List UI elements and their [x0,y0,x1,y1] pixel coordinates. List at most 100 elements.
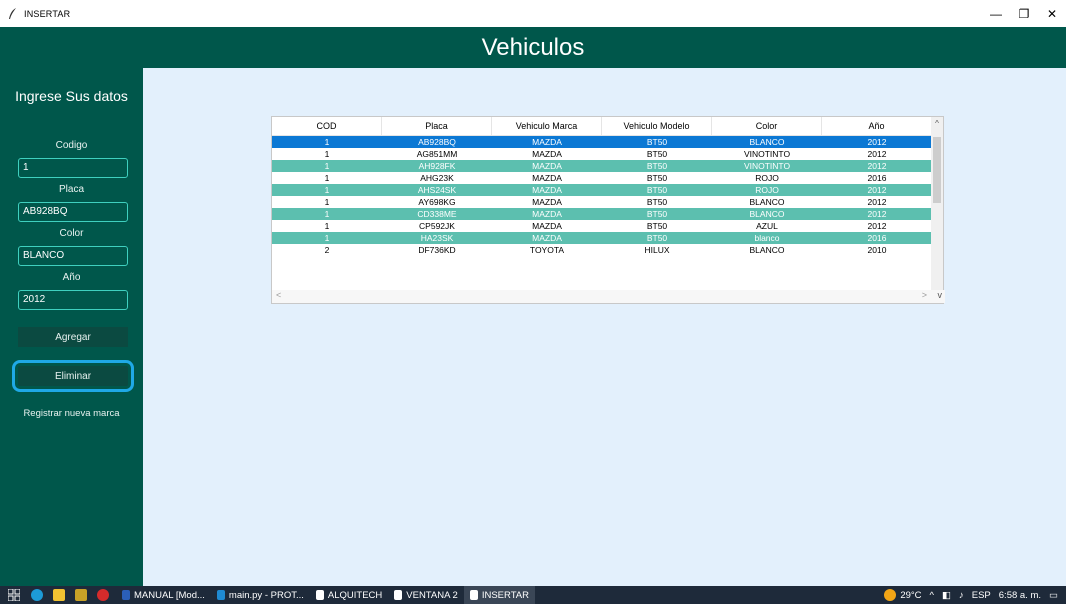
table-cell: HILUX [644,245,670,255]
column-header-color[interactable]: Color [712,117,822,135]
store-icon[interactable] [72,586,94,604]
table-cell: CP592JK [419,221,455,231]
maximize-button[interactable]: ❐ [1010,0,1038,27]
table-cell: MAZDA [532,221,562,231]
table-cell: ROJO [755,185,779,195]
table-row[interactable]: 1 AHG23K MAZDA BT50 ROJO 2016 [272,172,932,184]
table-cell: blanco [754,233,780,243]
weather-icon[interactable] [884,589,897,601]
column-header-cod[interactable]: COD [272,117,382,135]
temperature-label[interactable]: 29°C [900,590,921,601]
table-cell: AH928FK [418,161,456,171]
table-cell: DF736KD [418,245,456,255]
color-input[interactable]: BLANCO [18,246,128,266]
network-icon[interactable]: ◧ [942,590,951,601]
table-cell: AHG23K [420,173,454,183]
clock[interactable]: 6:58 a. m. [999,590,1041,601]
scroll-right-icon[interactable]: > [922,290,927,300]
anio-label: Año [62,272,81,283]
opera-icon[interactable] [94,586,116,604]
table-cell: 1 [324,185,330,195]
table-row[interactable]: 1 CD338ME MAZDA BT50 BLANCO 2012 [272,208,932,220]
column-header-anio[interactable]: Año [822,117,932,135]
table-cell: 2012 [867,161,887,171]
table-cell: 1 [324,233,330,243]
table-cell: 1 [324,221,330,231]
taskbar-item-label: INSERTAR [481,589,530,601]
window-titlebar: INSERTAR — ❐ ✕ [0,0,1066,27]
page-header: Vehiculos [0,27,1066,68]
table-cell: 1 [324,173,330,183]
codigo-input[interactable]: 1 [18,158,128,178]
sidebar-heading: Ingrese Sus datos [15,88,128,104]
table-row[interactable]: 1 AB928BQ MAZDA BT50 BLANCO 2012 [272,136,932,148]
table-cell: BLANCO [749,245,785,255]
word-icon [122,590,130,600]
table-row[interactable]: 1 AHS24SK MAZDA BT50 ROJO 2012 [272,184,932,196]
table-cell: BLANCO [749,137,785,147]
table-cell: VINOTINTO [743,161,791,171]
table-cell: TOYOTA [529,245,565,255]
column-header-placa[interactable]: Placa [382,117,492,135]
table-cell: MAZDA [532,161,562,171]
table-cell: 2012 [867,197,887,207]
add-button[interactable]: Agregar [18,327,128,347]
table-row[interactable]: 1 HA23SK MAZDA BT50 blanco 2016 [272,232,932,244]
table-row[interactable]: 1 AG851MM MAZDA BT50 VINOTINTO 2012 [272,148,932,160]
table-cell: MAZDA [532,173,562,183]
taskbar-item[interactable]: INSERTAR [463,586,536,604]
minimize-button[interactable]: — [982,0,1010,27]
register-brand-link[interactable]: Registrar nueva marca [0,408,143,419]
vertical-scrollbar[interactable]: ^ [931,117,943,291]
table-cell: AY698KG [418,197,456,207]
close-button[interactable]: ✕ [1038,0,1066,27]
scroll-left-icon[interactable]: < [276,290,281,300]
scroll-down-icon[interactable]: v [938,290,943,300]
table-row[interactable]: 2 DF736KD TOYOTA HILUX BLANCO 2010 [272,244,932,256]
placa-input[interactable]: AB928BQ [18,202,128,222]
table-cell: BLANCO [749,209,785,219]
table-cell: BT50 [646,209,668,219]
vehicles-table[interactable]: COD Placa Vehiculo Marca Vehiculo Modelo… [271,116,945,304]
table-cell: 1 [324,161,330,171]
taskbar-item[interactable]: ALQUITECH [310,586,388,604]
table-cell: BT50 [646,137,668,147]
table-cell: VINOTINTO [743,149,791,159]
chevron-up-icon[interactable]: ^ [930,590,934,601]
feather-icon [394,590,403,600]
taskbar-item[interactable]: VENTANA 2 [388,586,464,604]
window-title: INSERTAR [24,8,71,19]
start-icon[interactable] [0,586,28,604]
scroll-thumb[interactable] [933,137,941,203]
table-cell: MAZDA [532,137,562,147]
color-label: Color [59,228,84,239]
table-cell: BT50 [646,197,668,207]
table-cell: MAZDA [532,197,562,207]
anio-input[interactable]: 2012 [18,290,128,310]
table-cell: BT50 [646,149,668,159]
table-cell: 2012 [867,137,887,147]
table-cell: 1 [324,137,330,147]
scroll-up-icon[interactable]: ^ [931,119,943,128]
column-header-marca[interactable]: Vehiculo Marca [492,117,602,135]
file-explorer-icon[interactable] [50,586,72,604]
table-row[interactable]: 1 AY698KG MAZDA BT50 BLANCO 2012 [272,196,932,208]
feather-icon [6,7,20,21]
delete-button[interactable]: Eliminar [12,360,134,392]
table-row[interactable]: 1 AH928FK MAZDA BT50 VINOTINTO 2012 [272,160,932,172]
taskbar-item[interactable]: MANUAL [Mod... [116,586,211,604]
table-cell: 2016 [867,233,887,243]
language-indicator[interactable]: ESP [972,590,991,601]
column-header-modelo[interactable]: Vehiculo Modelo [602,117,712,135]
volume-icon[interactable]: ♪ [959,590,964,601]
taskbar-item[interactable]: main.py - PROT... [211,586,310,604]
table-header: COD Placa Vehiculo Marca Vehiculo Modelo… [272,117,932,136]
table-cell: AB928BQ [418,137,456,147]
notifications-icon[interactable]: ▭ [1049,590,1058,601]
horizontal-scrollbar[interactable]: < > v [272,290,945,303]
table-row[interactable]: 1 CP592JK MAZDA BT50 AZUL 2012 [272,220,932,232]
taskbar-item-label: ALQUITECH [327,589,383,601]
edge-icon[interactable] [28,586,50,604]
table-cell: 2 [324,245,330,255]
table-cell: 2012 [867,149,887,159]
